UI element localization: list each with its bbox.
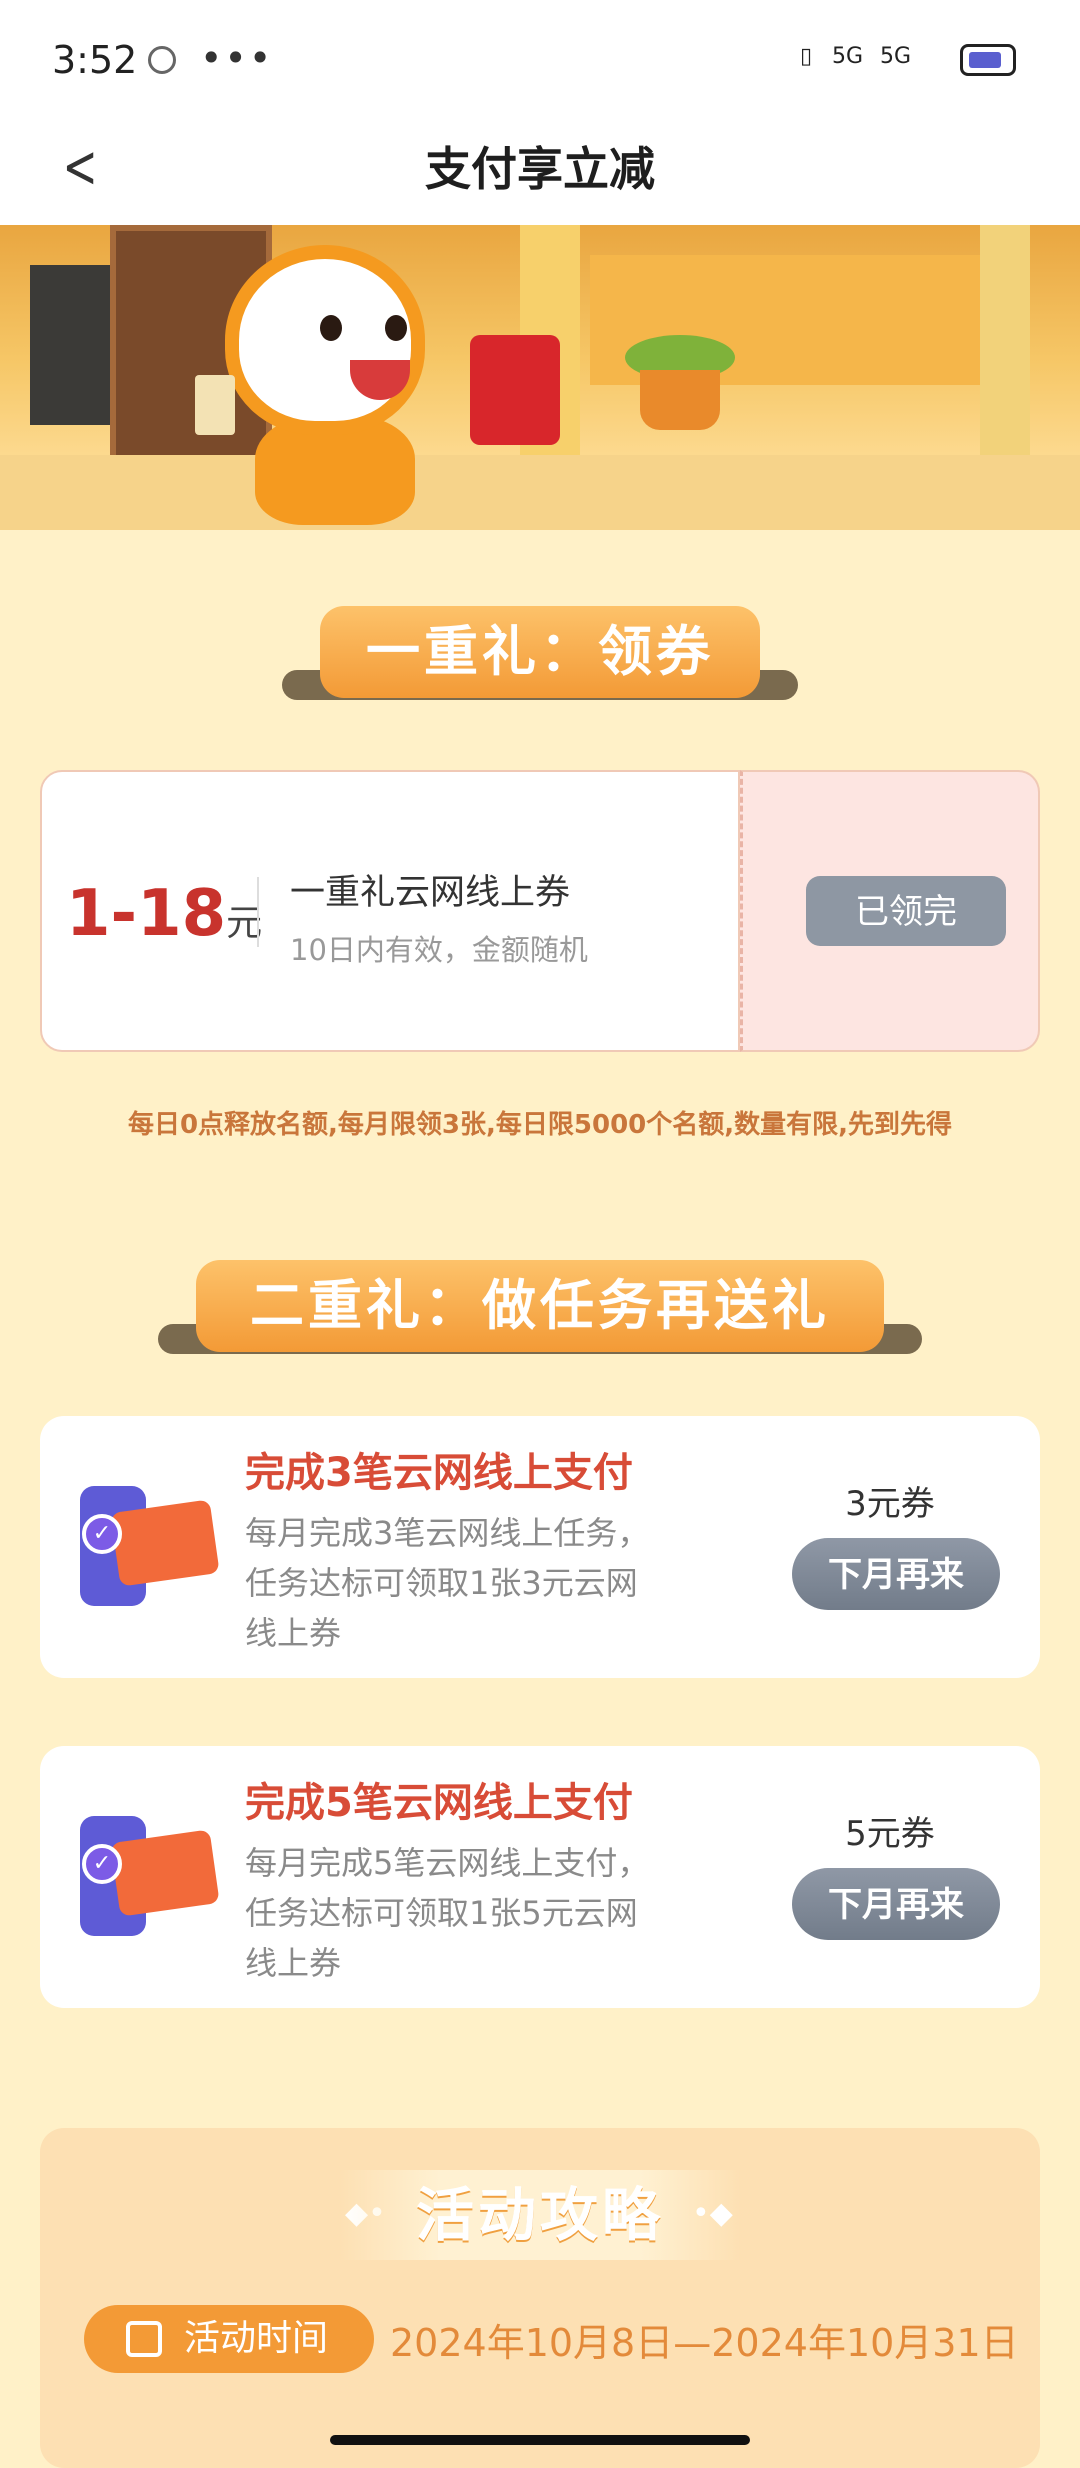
menu-board-illustration <box>30 265 110 425</box>
coupon-rules-notice: 每日0点释放名额,每月限领3张,每日限5000个名额,数量有限,先到先得 <box>127 1110 953 1140</box>
task-card: ✓ 完成3笔云网线上支付 每月完成3笔云网线上任务，任务达标可领取1张3元云网线… <box>40 1416 1040 1678</box>
coupon-card: 1-18元 一重礼云网线上券 10日内有效，金额随机 已领完 <box>40 770 1040 1052</box>
task-title: 完成3笔云网线上支付 <box>245 1450 633 1496</box>
bank-card-icon <box>110 1499 220 1587</box>
check-icon: ✓ <box>82 1844 122 1884</box>
coupon-amount: 1-18元 <box>66 877 262 951</box>
task-title: 完成5笔云网线上支付 <box>245 1780 633 1826</box>
pillar-illustration <box>980 225 1030 475</box>
activity-time-label: 活动时间 <box>84 2305 374 2373</box>
nfc-icon <box>148 46 176 74</box>
more-notifications-icon: ••• <box>200 36 274 80</box>
divider <box>257 877 259 947</box>
coupon-info-panel: 1-18元 一重礼云网线上券 10日内有效，金额随机 <box>40 770 740 1052</box>
task-description: 每月完成3笔云网线上任务，任务达标可领取1张3元云网线上券 <box>245 1514 650 1652</box>
section2-title: 二重礼：做任务再送礼 <box>196 1260 884 1352</box>
calendar-icon <box>126 2321 162 2357</box>
promo-banner-image <box>0 225 1080 530</box>
mascot-eye <box>385 315 407 341</box>
activity-time-range: 2024年10月8日—2024年10月31日 <box>390 2321 1019 2365</box>
task-card: ✓ 完成5笔云网线上支付 每月完成5笔云网线上支付，任务达标可领取1张5元云网线… <box>40 1746 1040 2008</box>
signal-5g-icon-1: 5G <box>832 44 864 69</box>
sim-icon: ▯ <box>800 44 813 69</box>
task-description: 每月完成5笔云网线上支付，任务达标可领取1张5元云网线上券 <box>245 1844 650 1982</box>
mascot-eye <box>320 315 342 341</box>
flower-pot-illustration <box>640 370 720 430</box>
diamond-decoration-icon: •◆ <box>692 2196 733 2231</box>
coffee-cup-illustration <box>195 375 235 435</box>
status-bar: 3:52 ••• ▯ 5G 5G <box>0 0 1080 120</box>
coupon-description: 10日内有效，金额随机 <box>290 933 588 967</box>
home-indicator[interactable] <box>330 2435 750 2445</box>
claimed-out-button[interactable]: 已领完 <box>806 876 1006 946</box>
section1-title: 一重礼：领券 <box>320 606 760 698</box>
activity-time-label-text: 活动时间 <box>184 2318 329 2359</box>
page-title: 支付享立减 <box>425 142 655 196</box>
task-reward: 5元券 <box>845 1814 935 1854</box>
come-back-next-month-button[interactable]: 下月再来 <box>792 1538 1000 1610</box>
come-back-next-month-button[interactable]: 下月再来 <box>792 1868 1000 1940</box>
coupon-amount-value: 1-18 <box>66 877 227 951</box>
battery-icon <box>960 44 1016 76</box>
red-envelope-illustration <box>470 335 560 445</box>
status-time: 3:52 <box>52 38 138 82</box>
task-reward: 3元券 <box>845 1484 935 1524</box>
check-icon: ✓ <box>82 1514 122 1554</box>
floor-illustration <box>0 455 1080 530</box>
activity-guide-title: 活动攻略 <box>340 2170 740 2260</box>
signal-5g-icon-2: 5G <box>880 44 912 69</box>
bank-card-icon <box>110 1829 220 1917</box>
coupon-name: 一重礼云网线上券 <box>290 873 571 913</box>
